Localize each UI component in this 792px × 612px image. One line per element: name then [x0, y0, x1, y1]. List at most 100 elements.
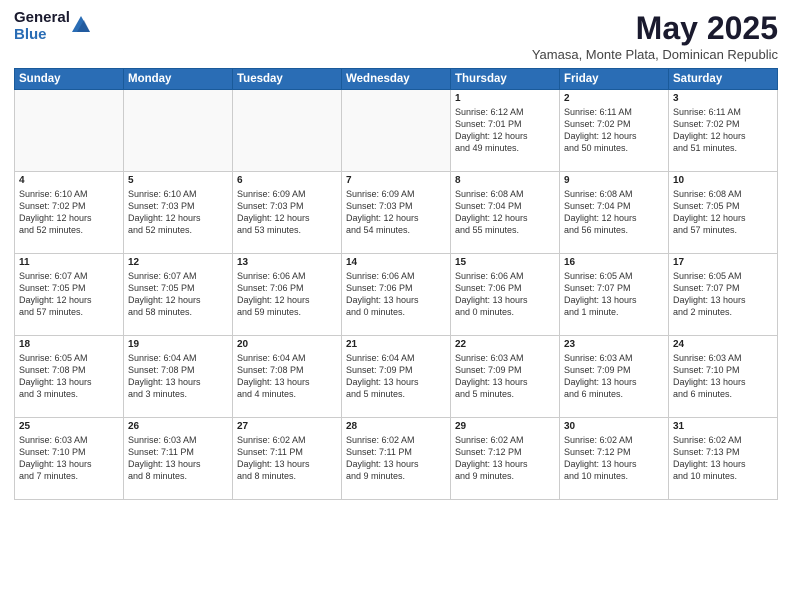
week-row-1: 1 Sunrise: 6:12 AM Sunset: 7:01 PM Daylig…: [15, 90, 778, 172]
weekday-header-tuesday: Tuesday: [233, 69, 342, 90]
weekday-header-friday: Friday: [560, 69, 669, 90]
cell-content: Sunrise: 6:03 AM Sunset: 7:11 PM Dayligh…: [128, 434, 228, 483]
day-cell: 10Sunrise: 6:08 AM Sunset: 7:05 PM Dayli…: [669, 172, 778, 254]
day-cell: 3 Sunrise: 6:11 AM Sunset: 7:02 PM Daylig…: [669, 90, 778, 172]
day-cell: 21 Sunrise: 6:04 AM Sunset: 7:09 PM Dayli…: [342, 336, 451, 418]
day-number: 12: [128, 257, 228, 268]
day-number: 11: [19, 257, 119, 268]
cell-content: Sunrise: 6:03 AM Sunset: 7:09 PM Dayligh…: [455, 352, 555, 401]
day-number: 3: [673, 93, 773, 104]
day-cell: 11Sunrise: 6:07 AM Sunset: 7:05 PM Dayli…: [15, 254, 124, 336]
week-row-3: 11Sunrise: 6:07 AM Sunset: 7:05 PM Dayli…: [15, 254, 778, 336]
day-cell: 13 Sunrise: 6:06 AM Sunset: 7:06 PM Dayli…: [233, 254, 342, 336]
cell-content: Sunrise: 6:08 AM Sunset: 7:04 PM Dayligh…: [455, 188, 555, 237]
day-cell: 14Sunrise: 6:06 AM Sunset: 7:06 PM Dayli…: [342, 254, 451, 336]
cell-content: Sunrise: 6:11 AM Sunset: 7:02 PM Dayligh…: [564, 106, 664, 155]
week-row-2: 4 Sunrise: 6:10 AM Sunset: 7:02 PM Daylig…: [15, 172, 778, 254]
day-number: 22: [455, 339, 555, 350]
logo: General Blue: [14, 10, 90, 43]
cell-content: Sunrise: 6:09 AM Sunset: 7:03 PM Dayligh…: [237, 188, 337, 237]
weekday-header-monday: Monday: [124, 69, 233, 90]
day-number: 25: [19, 421, 119, 432]
cell-content: Sunrise: 6:04 AM Sunset: 7:08 PM Dayligh…: [237, 352, 337, 401]
cell-content: Sunrise: 6:11 AM Sunset: 7:02 PM Dayligh…: [673, 106, 773, 155]
logo-text: General Blue: [14, 10, 70, 43]
day-cell: 31 Sunrise: 6:02 AM Sunset: 7:13 PM Dayli…: [669, 418, 778, 500]
cell-content: Sunrise: 6:03 AM Sunset: 7:10 PM Dayligh…: [19, 434, 119, 483]
cell-content: Sunrise: 6:06 AM Sunset: 7:06 PM Dayligh…: [346, 270, 446, 319]
cell-content: Sunrise: 6:08 AM Sunset: 7:04 PM Dayligh…: [564, 188, 664, 237]
day-cell: 2 Sunrise: 6:11 AM Sunset: 7:02 PM Daylig…: [560, 90, 669, 172]
title-block: May 2025 Yamasa, Monte Plata, Dominican …: [532, 10, 778, 62]
day-cell: 28 Sunrise: 6:02 AM Sunset: 7:11 PM Dayli…: [342, 418, 451, 500]
day-cell: 6Sunrise: 6:09 AM Sunset: 7:03 PM Daylig…: [233, 172, 342, 254]
day-number: 8: [455, 175, 555, 186]
day-cell: [342, 90, 451, 172]
cell-content: Sunrise: 6:05 AM Sunset: 7:07 PM Dayligh…: [673, 270, 773, 319]
month-year: May 2025: [532, 10, 778, 47]
cell-content: Sunrise: 6:09 AM Sunset: 7:03 PM Dayligh…: [346, 188, 446, 237]
day-number: 28: [346, 421, 446, 432]
week-row-4: 18 Sunrise: 6:05 AM Sunset: 7:08 PM Dayli…: [15, 336, 778, 418]
day-cell: 8 Sunrise: 6:08 AM Sunset: 7:04 PM Daylig…: [451, 172, 560, 254]
day-number: 1: [455, 93, 555, 104]
cell-content: Sunrise: 6:02 AM Sunset: 7:13 PM Dayligh…: [673, 434, 773, 483]
day-number: 15: [455, 257, 555, 268]
day-number: 2: [564, 93, 664, 104]
cell-content: Sunrise: 6:03 AM Sunset: 7:09 PM Dayligh…: [564, 352, 664, 401]
day-cell: [233, 90, 342, 172]
cell-content: Sunrise: 6:06 AM Sunset: 7:06 PM Dayligh…: [455, 270, 555, 319]
day-number: 21: [346, 339, 446, 350]
weekday-header-sunday: Sunday: [15, 69, 124, 90]
cell-content: Sunrise: 6:05 AM Sunset: 7:08 PM Dayligh…: [19, 352, 119, 401]
day-number: 27: [237, 421, 337, 432]
day-number: 16: [564, 257, 664, 268]
cell-content: Sunrise: 6:03 AM Sunset: 7:10 PM Dayligh…: [673, 352, 773, 401]
weekday-header-row: SundayMondayTuesdayWednesdayThursdayFrid…: [15, 69, 778, 90]
cell-content: Sunrise: 6:05 AM Sunset: 7:07 PM Dayligh…: [564, 270, 664, 319]
day-cell: 29 Sunrise: 6:02 AM Sunset: 7:12 PM Dayli…: [451, 418, 560, 500]
logo-general: General: [14, 10, 70, 27]
day-number: 4: [19, 175, 119, 186]
day-cell: 19Sunrise: 6:04 AM Sunset: 7:08 PM Dayli…: [124, 336, 233, 418]
day-number: 13: [237, 257, 337, 268]
day-number: 24: [673, 339, 773, 350]
day-number: 19: [128, 339, 228, 350]
day-cell: 4 Sunrise: 6:10 AM Sunset: 7:02 PM Daylig…: [15, 172, 124, 254]
weekday-header-thursday: Thursday: [451, 69, 560, 90]
day-cell: 27 Sunrise: 6:02 AM Sunset: 7:11 PM Dayli…: [233, 418, 342, 500]
day-cell: 1 Sunrise: 6:12 AM Sunset: 7:01 PM Daylig…: [451, 90, 560, 172]
cell-content: Sunrise: 6:06 AM Sunset: 7:06 PM Dayligh…: [237, 270, 337, 319]
day-cell: 18 Sunrise: 6:05 AM Sunset: 7:08 PM Dayli…: [15, 336, 124, 418]
weekday-header-saturday: Saturday: [669, 69, 778, 90]
day-cell: [124, 90, 233, 172]
day-cell: 16 Sunrise: 6:05 AM Sunset: 7:07 PM Dayli…: [560, 254, 669, 336]
day-number: 7: [346, 175, 446, 186]
day-cell: 12Sunrise: 6:07 AM Sunset: 7:05 PM Dayli…: [124, 254, 233, 336]
cell-content: Sunrise: 6:02 AM Sunset: 7:11 PM Dayligh…: [237, 434, 337, 483]
day-number: 10: [673, 175, 773, 186]
day-number: 29: [455, 421, 555, 432]
calendar: SundayMondayTuesdayWednesdayThursdayFrid…: [14, 68, 778, 500]
cell-content: Sunrise: 6:04 AM Sunset: 7:09 PM Dayligh…: [346, 352, 446, 401]
logo-blue: Blue: [14, 27, 70, 44]
logo-icon: [72, 14, 90, 32]
day-number: 31: [673, 421, 773, 432]
day-cell: 30Sunrise: 6:02 AM Sunset: 7:12 PM Dayli…: [560, 418, 669, 500]
header: General Blue May 2025 Yamasa, Monte Plat…: [14, 10, 778, 62]
location: Yamasa, Monte Plata, Dominican Republic: [532, 47, 778, 62]
day-cell: 20Sunrise: 6:04 AM Sunset: 7:08 PM Dayli…: [233, 336, 342, 418]
cell-content: Sunrise: 6:02 AM Sunset: 7:12 PM Dayligh…: [455, 434, 555, 483]
cell-content: Sunrise: 6:10 AM Sunset: 7:03 PM Dayligh…: [128, 188, 228, 237]
day-cell: 23 Sunrise: 6:03 AM Sunset: 7:09 PM Dayli…: [560, 336, 669, 418]
cell-content: Sunrise: 6:10 AM Sunset: 7:02 PM Dayligh…: [19, 188, 119, 237]
day-cell: 5Sunrise: 6:10 AM Sunset: 7:03 PM Daylig…: [124, 172, 233, 254]
day-cell: 7 Sunrise: 6:09 AM Sunset: 7:03 PM Daylig…: [342, 172, 451, 254]
cell-content: Sunrise: 6:02 AM Sunset: 7:11 PM Dayligh…: [346, 434, 446, 483]
weekday-header-wednesday: Wednesday: [342, 69, 451, 90]
day-number: 23: [564, 339, 664, 350]
cell-content: Sunrise: 6:12 AM Sunset: 7:01 PM Dayligh…: [455, 106, 555, 155]
day-number: 17: [673, 257, 773, 268]
day-cell: 25 Sunrise: 6:03 AM Sunset: 7:10 PM Dayli…: [15, 418, 124, 500]
day-number: 18: [19, 339, 119, 350]
